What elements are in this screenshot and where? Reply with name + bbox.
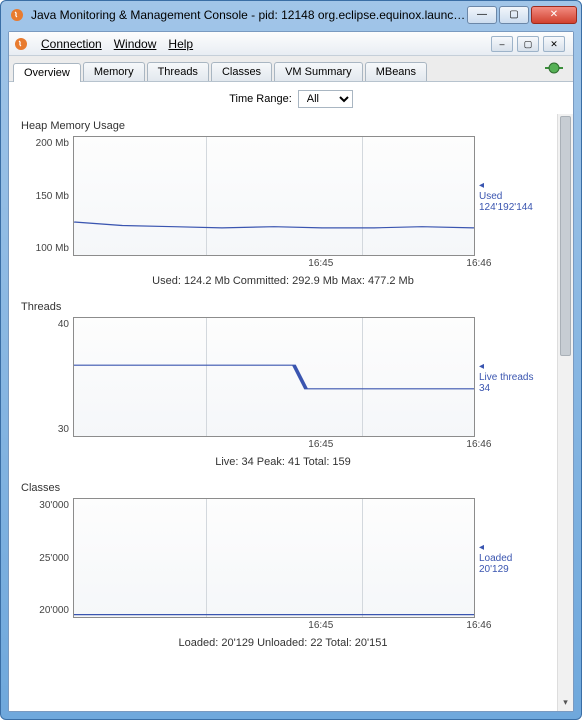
threads-series-line [74, 318, 474, 436]
time-range-label: Time Range: [229, 93, 292, 105]
time-range-select[interactable]: All [298, 90, 353, 108]
tab-vm-summary[interactable]: VM Summary [274, 62, 363, 81]
heap-stats: Used: 124.2 Mb Committed: 292.9 Mb Max: … [21, 275, 545, 287]
x-tick: 16:45 [229, 439, 413, 450]
scroll-thumb[interactable] [560, 116, 571, 356]
scroll-down-icon[interactable]: ▾ [558, 697, 573, 711]
maximize-button[interactable]: ▢ [499, 6, 529, 24]
classes-series-line [74, 499, 474, 617]
time-range-row: Time Range: All [9, 82, 573, 114]
tab-mbeans[interactable]: MBeans [365, 62, 427, 81]
tab-memory[interactable]: Memory [83, 62, 145, 81]
classes-marker: ◂ Loaded 20'129 [475, 498, 545, 618]
heap-plot[interactable] [73, 136, 475, 256]
classes-plot[interactable] [73, 498, 475, 618]
close-internal-button[interactable]: ✕ [543, 36, 565, 52]
tab-classes[interactable]: Classes [211, 62, 272, 81]
threads-plot[interactable] [73, 317, 475, 437]
vertical-scrollbar[interactable]: ▴ ▾ [557, 114, 573, 711]
threads-stats: Live: 34 Peak: 41 Total: 159 [21, 456, 545, 468]
heap-y-axis: 200 Mb 150 Mb 100 Mb [21, 136, 73, 256]
panel-classes: Classes 30'000 25'000 20'000 [21, 482, 545, 649]
tab-overview[interactable]: Overview [13, 63, 81, 82]
menu-window[interactable]: Window [108, 35, 163, 53]
panel-threads: Threads 40 30 [21, 301, 545, 468]
iconify-internal-button[interactable]: – [491, 36, 513, 52]
menu-help[interactable]: Help [162, 35, 199, 53]
overview-content: Time Range: All Heap Memory Usage 200 Mb [9, 82, 573, 711]
window-frame: Java Monitoring & Management Console - p… [0, 0, 582, 720]
window-title: Java Monitoring & Management Console - p… [31, 8, 467, 22]
panel-heap: Heap Memory Usage 200 Mb 150 Mb 100 Mb [21, 120, 545, 287]
chevron-left-icon: ◂ [479, 180, 545, 191]
x-tick: 16:46 [413, 439, 545, 450]
panel-classes-title: Classes [21, 482, 545, 494]
heap-series-line [74, 137, 474, 255]
panel-threads-title: Threads [21, 301, 545, 313]
panel-heap-title: Heap Memory Usage [21, 120, 545, 132]
menu-connection[interactable]: Connection [35, 35, 108, 53]
x-tick: 16:45 [229, 258, 413, 269]
threads-marker: ◂ Live threads 34 [475, 317, 545, 437]
maximize-internal-button[interactable]: ▢ [517, 36, 539, 52]
x-tick: 16:45 [229, 620, 413, 631]
connection-status-icon [545, 61, 563, 75]
x-tick: 16:46 [413, 620, 545, 631]
client-area: Connection Window Help – ▢ ✕ Overview Me… [8, 31, 574, 712]
classes-y-axis: 30'000 25'000 20'000 [21, 498, 73, 618]
chevron-left-icon: ◂ [479, 542, 545, 553]
classes-stats: Loaded: 20'129 Unloaded: 22 Total: 20'15… [21, 637, 545, 649]
tab-threads[interactable]: Threads [147, 62, 209, 81]
tabbar: Overview Memory Threads Classes VM Summa… [9, 56, 573, 82]
heap-marker: ◂ Used 124'192'144 [475, 136, 545, 256]
java-app-icon [13, 36, 29, 52]
close-button[interactable]: ✕ [531, 6, 577, 24]
titlebar[interactable]: Java Monitoring & Management Console - p… [1, 1, 581, 29]
minimize-button[interactable]: — [467, 6, 497, 24]
threads-y-axis: 40 30 [21, 317, 73, 437]
menubar: Connection Window Help – ▢ ✕ [9, 32, 573, 56]
chevron-left-icon: ◂ [479, 361, 545, 372]
x-tick: 16:46 [413, 258, 545, 269]
java-app-icon [9, 7, 25, 23]
